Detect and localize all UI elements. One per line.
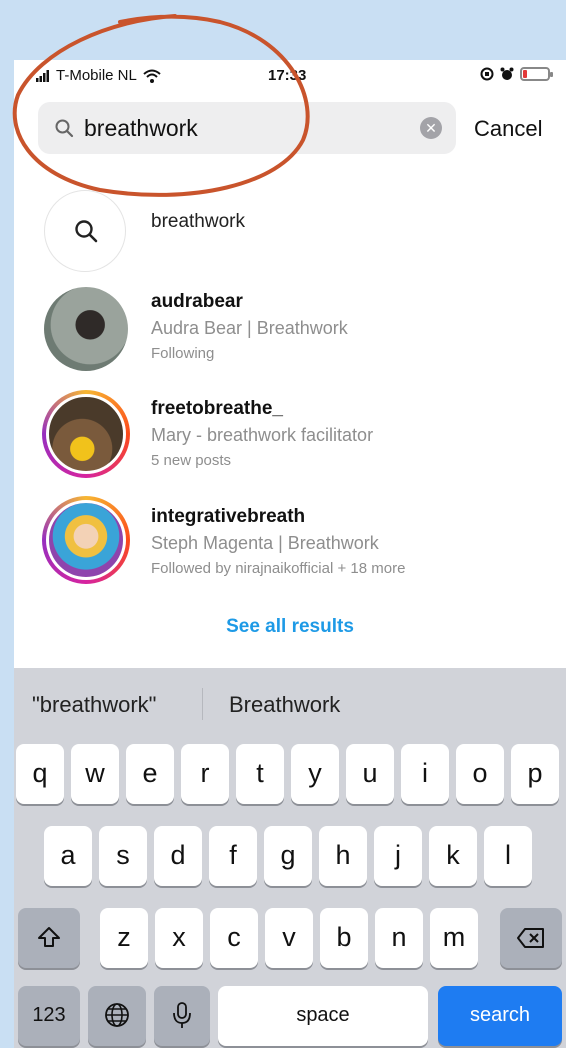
avatar	[46, 500, 126, 580]
cancel-button[interactable]: Cancel	[474, 116, 542, 142]
battery-icon	[520, 67, 553, 81]
search-icon	[75, 220, 98, 243]
microphone-icon	[173, 1002, 191, 1028]
key-z[interactable]: z	[100, 908, 148, 968]
search-key[interactable]: search	[438, 986, 562, 1046]
keyword-result-row[interactable]: breathwork	[14, 190, 566, 272]
key-q[interactable]: q	[16, 744, 64, 804]
account-row[interactable]: audrabear Audra Bear | Breathwork Follow…	[14, 285, 566, 385]
status-time: 17:33	[268, 67, 307, 84]
account-meta: 5 new posts	[151, 452, 232, 469]
account-full-name: Audra Bear | Breathwork	[151, 318, 348, 338]
signal-icon	[36, 69, 49, 82]
key-d[interactable]: d	[154, 826, 202, 886]
key-h[interactable]: h	[319, 826, 367, 886]
keyword-result-label: breathwork	[151, 211, 245, 232]
key-f[interactable]: f	[209, 826, 257, 886]
key-i[interactable]: i	[401, 744, 449, 804]
avatar-story-ring	[42, 390, 130, 478]
key-c[interactable]: c	[210, 908, 258, 968]
key-t[interactable]: t	[236, 744, 284, 804]
account-username: integrativebreath	[151, 506, 306, 527]
globe-icon	[105, 1003, 129, 1027]
key-g[interactable]: g	[264, 826, 312, 886]
alarm-icon	[500, 67, 514, 80]
avatar-story-ring	[42, 496, 130, 584]
globe-key[interactable]	[88, 986, 146, 1046]
key-a[interactable]: a	[44, 826, 92, 886]
keyword-icon-circle	[44, 190, 126, 272]
suggestion-quoted[interactable]: "breathwork"	[32, 692, 156, 718]
key-k[interactable]: k	[429, 826, 477, 886]
search-icon	[55, 119, 74, 138]
clear-search-icon[interactable]: ✕	[420, 117, 442, 139]
status-bar: T-Mobile NL 17:33	[14, 60, 566, 92]
search-input[interactable]	[84, 110, 404, 146]
suggestion-divider	[202, 688, 203, 720]
shift-icon	[38, 927, 60, 947]
keyboard: "breathwork" Breathwork q w e r t y u i …	[14, 668, 566, 1048]
account-meta: Followed by nirajnaikofficial + 18 more	[151, 560, 406, 577]
key-b[interactable]: b	[320, 908, 368, 968]
account-full-name: Mary - breathwork facilitator	[151, 425, 374, 445]
battery-level	[523, 70, 527, 78]
see-all-results-link[interactable]: See all results	[14, 616, 566, 638]
microphone-key[interactable]	[154, 986, 210, 1046]
rotation-lock-icon	[480, 67, 494, 81]
avatar	[44, 287, 128, 371]
account-full-name: Steph Magenta | Breathwork	[151, 533, 379, 553]
key-x[interactable]: x	[155, 908, 203, 968]
predictive-bar: "breathwork" Breathwork	[14, 678, 566, 730]
status-right-group	[480, 67, 553, 81]
key-e[interactable]: e	[126, 744, 174, 804]
key-n[interactable]: n	[375, 908, 423, 968]
space-key[interactable]: space	[218, 986, 428, 1046]
key-s[interactable]: s	[99, 826, 147, 886]
key-p[interactable]: p	[511, 744, 559, 804]
key-v[interactable]: v	[265, 908, 313, 968]
account-username: freetobreathe_	[151, 398, 283, 419]
account-row[interactable]: integrativebreath Steph Magenta | Breath…	[14, 496, 566, 596]
shift-key[interactable]	[18, 908, 80, 968]
key-y[interactable]: y	[291, 744, 339, 804]
account-meta: Following	[151, 345, 215, 362]
key-r[interactable]: r	[181, 744, 229, 804]
wifi-icon	[143, 69, 161, 83]
carrier-group: T-Mobile NL	[36, 67, 161, 84]
backspace-key[interactable]	[500, 908, 562, 968]
key-u[interactable]: u	[346, 744, 394, 804]
account-row[interactable]: freetobreathe_ Mary - breathwork facilit…	[14, 390, 566, 490]
key-l[interactable]: l	[484, 826, 532, 886]
numbers-key[interactable]: 123	[18, 986, 80, 1046]
account-username: audrabear	[151, 291, 243, 312]
key-m[interactable]: m	[430, 908, 478, 968]
search-bar[interactable]: ✕	[38, 102, 456, 154]
key-j[interactable]: j	[374, 826, 422, 886]
carrier-label: T-Mobile NL	[56, 67, 137, 84]
backspace-icon	[517, 928, 544, 948]
suggestion-capitalized[interactable]: Breathwork	[229, 692, 340, 718]
avatar	[46, 394, 126, 474]
key-o[interactable]: o	[456, 744, 504, 804]
key-w[interactable]: w	[71, 744, 119, 804]
phone-screen: T-Mobile NL 17:33 ✕ Cancel breathwork au…	[14, 60, 566, 1048]
